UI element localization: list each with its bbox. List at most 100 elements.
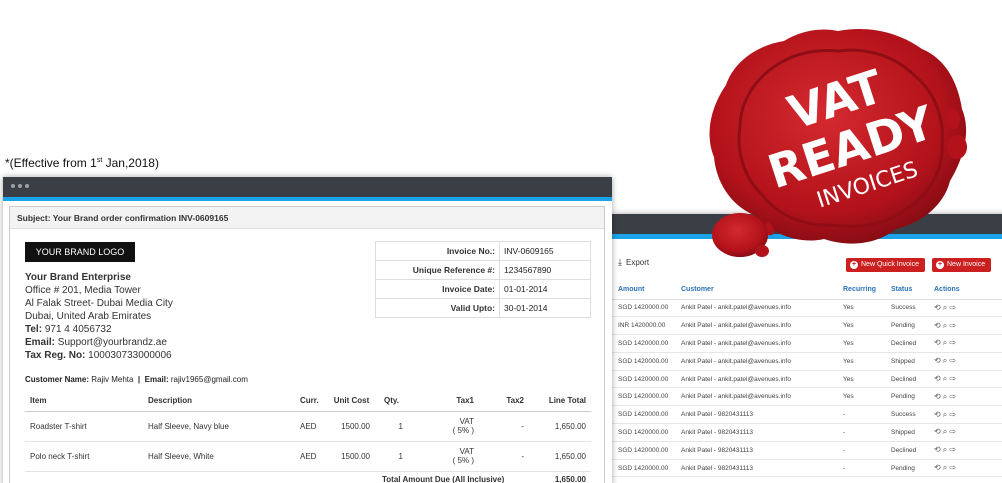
- forward-icon[interactable]: ⇨: [949, 374, 958, 383]
- list-cell-status: Declined: [885, 370, 928, 389]
- vat-ready-seal: VAT READY INVOICES: [709, 29, 967, 257]
- invoice-list-row[interactable]: SGD 1420000.00 Ankit Patel - 9820431113- D…: [612, 441, 1002, 460]
- item-currency: AED: [295, 441, 328, 472]
- window-dot-icon[interactable]: [11, 184, 15, 188]
- invoice-list-row[interactable]: SGD 1420000.00 Ankit Patel - ankit.patel@…: [612, 334, 1002, 353]
- tel-label: Tel:: [25, 324, 43, 335]
- meta-row: Invoice No.: INV-0609165: [375, 241, 591, 261]
- list-cell-recurring: Yes: [837, 334, 885, 353]
- col-tax2: Tax2: [479, 391, 529, 412]
- list-cell-customer: Ankit Patel - ankit.patel@avenues.info: [675, 299, 837, 318]
- invoice-list-row[interactable]: SGD 1420000.00 Ankit Patel - ankit.patel@…: [612, 299, 1002, 318]
- invoice-list-row[interactable]: SGD 1420000.00 Ankit Patel - 9820431113- S…: [612, 405, 1002, 425]
- forward-icon[interactable]: ⇨: [949, 356, 958, 365]
- forward-icon[interactable]: ⇨: [949, 427, 958, 436]
- col-line-total: Line Total: [529, 391, 591, 412]
- history-icon[interactable]: ⟲: [934, 427, 943, 436]
- row-actions: ⟲⌕⇨: [928, 387, 1002, 407]
- row-actions: ⟲⌕⇨: [928, 370, 1002, 389]
- tax1-rate: ( 5% ): [452, 426, 474, 435]
- wax-drop-icon: [755, 245, 769, 257]
- history-icon[interactable]: ⟲: [934, 338, 943, 347]
- history-icon[interactable]: ⟲: [934, 463, 943, 472]
- list-cell-customer: Ankit Patel - ankit.patel@avenues.info: [675, 352, 837, 371]
- list-cell-recurring: Yes: [837, 370, 885, 389]
- list-cell-recurring: -: [837, 423, 885, 442]
- list-cell-status: Success: [885, 299, 928, 318]
- history-icon[interactable]: ⟲: [934, 321, 943, 330]
- row-actions: ⟲⌕⇨: [928, 316, 1002, 336]
- list-cell-amount: SGD 1420000.00: [612, 405, 675, 425]
- col-tax1: Tax1: [408, 391, 479, 412]
- row-actions: ⟲⌕⇨: [928, 352, 1002, 371]
- row-actions: ⟲⌕⇨: [928, 334, 1002, 353]
- forward-icon[interactable]: ⇨: [949, 321, 958, 330]
- invoice-list-row[interactable]: INR 1420000.00 Ankit Patel - ankit.patel@…: [612, 316, 1002, 336]
- list-cell-amount: SGD 1420000.00: [612, 441, 675, 460]
- col-actions: Actions: [928, 281, 1002, 300]
- export-button[interactable]: ⤓ Export: [618, 257, 649, 268]
- history-icon[interactable]: ⟲: [934, 303, 943, 312]
- forward-icon[interactable]: ⇨: [949, 463, 958, 472]
- wax-drop-icon: [946, 109, 960, 129]
- forward-icon[interactable]: ⇨: [949, 303, 958, 312]
- col-amount[interactable]: Amount: [612, 281, 675, 300]
- item-tax1: VAT( 5% ): [408, 441, 479, 472]
- list-cell-status: Pending: [885, 316, 928, 336]
- forward-icon[interactable]: ⇨: [949, 410, 958, 419]
- line-items-table: Item Description Curr. Unit Cost Qty. Ta…: [25, 391, 591, 472]
- window-dot-icon[interactable]: [25, 184, 29, 188]
- row-actions: ⟲⌕⇨: [928, 459, 1002, 478]
- brand-logo: YOUR BRAND LOGO: [25, 242, 135, 262]
- item-tax1: VAT( 5% ): [408, 411, 479, 442]
- meta-row: Invoice Date: 01-01-2014: [375, 279, 591, 299]
- invoice-list-row[interactable]: SGD 1420000.00 Ankit Patel - ankit.patel@…: [612, 387, 1002, 407]
- history-icon[interactable]: ⟲: [934, 445, 943, 454]
- col-recurring[interactable]: Recurring: [837, 281, 885, 300]
- tax1-name: VAT: [459, 447, 474, 456]
- meta-label: Invoice No.:: [375, 241, 500, 261]
- list-cell-amount: SGD 1420000.00: [612, 387, 675, 407]
- invoice-list-row[interactable]: SGD 1420000.00 Ankit Patel - ankit.patel@…: [612, 352, 1002, 371]
- list-cell-recurring: Yes: [837, 316, 885, 336]
- meta-label: Valid Upto:: [375, 298, 500, 318]
- item-line-total: 1,650.00: [529, 411, 591, 442]
- customer-name-label: Customer Name:: [25, 375, 90, 384]
- forward-icon[interactable]: ⇨: [949, 338, 958, 347]
- invoice-list-row[interactable]: SGD 1420000.00 Ankit Patel - ankit.patel@…: [612, 370, 1002, 389]
- forward-icon[interactable]: ⇨: [949, 445, 958, 454]
- list-cell-customer: Ankit Patel - 9820431113: [675, 423, 837, 442]
- col-item: Item: [25, 391, 143, 412]
- invoice-list-row[interactable]: SGD 1420000.00 Ankit Patel - 9820431113- P…: [612, 459, 1002, 478]
- window-dot-icon[interactable]: [18, 184, 22, 188]
- email-value: Support@yourbrandz.ae: [55, 337, 167, 348]
- download-icon: ⤓: [618, 257, 622, 267]
- email-subject: Subject: Your Brand order confirmation I…: [10, 207, 604, 229]
- history-icon[interactable]: ⟲: [934, 410, 943, 419]
- history-icon[interactable]: ⟲: [934, 392, 943, 401]
- meta-row: Unique Reference #: 1234567890: [375, 260, 591, 280]
- col-status[interactable]: Status: [885, 281, 928, 300]
- tel-value: 971 4 4056732: [42, 324, 112, 335]
- invoice-list-table: Amount Customer Recurring Status Actions…: [612, 281, 1002, 478]
- customer-line: Customer Name: Rajiv Mehta | Email: raji…: [25, 375, 248, 384]
- list-cell-customer: Ankit Patel - 9820431113: [675, 459, 837, 478]
- list-cell-amount: SGD 1420000.00: [612, 370, 675, 389]
- list-cell-customer: Ankit Patel - ankit.patel@avenues.info: [675, 370, 837, 389]
- list-cell-recurring: -: [837, 459, 885, 478]
- col-customer[interactable]: Customer: [675, 281, 837, 300]
- email-label: Email:: [25, 337, 56, 348]
- list-cell-recurring: -: [837, 405, 885, 425]
- invoice-body: Subject: Your Brand order confirmation I…: [9, 206, 605, 483]
- history-icon[interactable]: ⟲: [934, 356, 943, 365]
- list-cell-customer: Ankit Patel - 9820431113: [675, 441, 837, 460]
- history-icon[interactable]: ⟲: [934, 374, 943, 383]
- invoice-list-row[interactable]: SGD 1420000.00 Ankit Patel - 9820431113- S…: [612, 423, 1002, 442]
- col-qty: Qty.: [375, 391, 408, 412]
- forward-icon[interactable]: ⇨: [949, 392, 958, 401]
- invoice-window: Subject: Your Brand order confirmation I…: [3, 177, 612, 483]
- line-item-row: Polo neck T-shirt Half Sleeve, White AED…: [25, 441, 591, 472]
- company-address-2: Al Falak Street- Dubai Media City: [25, 298, 173, 309]
- list-cell-status: Declined: [885, 334, 928, 353]
- list-cell-customer: Ankit Patel - ankit.patel@avenues.info: [675, 316, 837, 336]
